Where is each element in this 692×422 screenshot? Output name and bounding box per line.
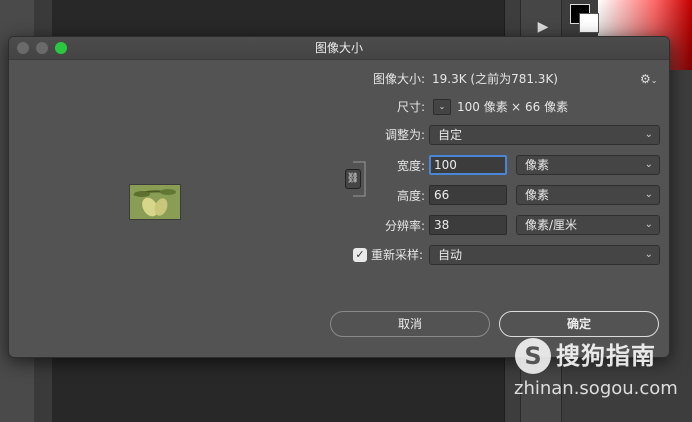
width-unit-select[interactable]: 像素 ⌄ <box>516 155 660 175</box>
fit-to-select[interactable]: 自定 ⌄ <box>429 125 660 145</box>
dimensions-unit-toggle[interactable]: ⌄ <box>433 99 451 115</box>
width-input[interactable]: 100 <box>429 155 507 175</box>
height-unit-select[interactable]: 像素 ⌄ <box>516 185 660 205</box>
image-size-value: 19.3K (之前为781.3K) <box>432 72 558 86</box>
resample-select[interactable]: 自动 ⌄ <box>429 245 660 265</box>
gear-icon[interactable]: ⚙⌄ <box>640 71 660 87</box>
cancel-button[interactable]: 取消 <box>330 311 490 337</box>
dialog-title: 图像大小 <box>314 41 363 55</box>
dimensions-width-value: 100 像素 <box>457 100 508 114</box>
height-input[interactable]: 66 <box>429 185 507 205</box>
chevron-down-icon: ⌄ <box>644 219 653 230</box>
image-size-label: 图像大小: <box>372 72 425 86</box>
fit-to-label: 调整为: <box>384 128 425 142</box>
dimensions-height-value: 66 像素 <box>525 100 569 114</box>
sogou-logo: S <box>515 338 551 374</box>
dimensions-label: 尺寸: <box>396 100 425 114</box>
width-unit-value: 像素 <box>525 158 550 172</box>
chevron-down-icon: ⌄ <box>644 129 653 140</box>
watermark-brand: 搜狗指南 <box>556 342 656 370</box>
resample-checkbox[interactable]: ✓ <box>353 248 367 262</box>
play-icon[interactable]: ▶ <box>530 16 556 38</box>
chevron-down-icon: ⌄ <box>644 159 653 170</box>
chevron-down-icon: ⌄ <box>644 249 653 260</box>
width-label: 宽度: <box>396 159 425 173</box>
ok-button[interactable]: 确定 <box>499 311 659 337</box>
dialog-titlebar: 图像大小 <box>9 37 669 60</box>
image-preview-thumbnail <box>129 184 181 220</box>
resolution-label: 分辨率: <box>384 219 425 233</box>
fit-to-value: 自定 <box>438 128 463 142</box>
resolution-unit-value: 像素/厘米 <box>525 218 578 232</box>
resolution-input[interactable]: 38 <box>429 215 507 235</box>
background-color-swatch[interactable] <box>579 13 599 33</box>
resample-label: 重新采样: <box>371 248 424 262</box>
resolution-unit-select[interactable]: 像素/厘米 ⌄ <box>516 215 660 235</box>
resample-value: 自动 <box>438 248 463 262</box>
image-size-dialog: 图像大小 图像大小: 19.3K (之前为781.3K) ⚙⌄ 尺寸: ⌄ 10… <box>8 36 670 358</box>
height-label: 高度: <box>396 189 425 203</box>
chevron-down-icon: ⌄ <box>644 189 653 200</box>
dimensions-times-sign: × <box>511 100 522 114</box>
preview-image <box>130 185 180 219</box>
height-unit-value: 像素 <box>525 188 550 202</box>
watermark-url: zhinan.sogou.com <box>514 378 678 399</box>
